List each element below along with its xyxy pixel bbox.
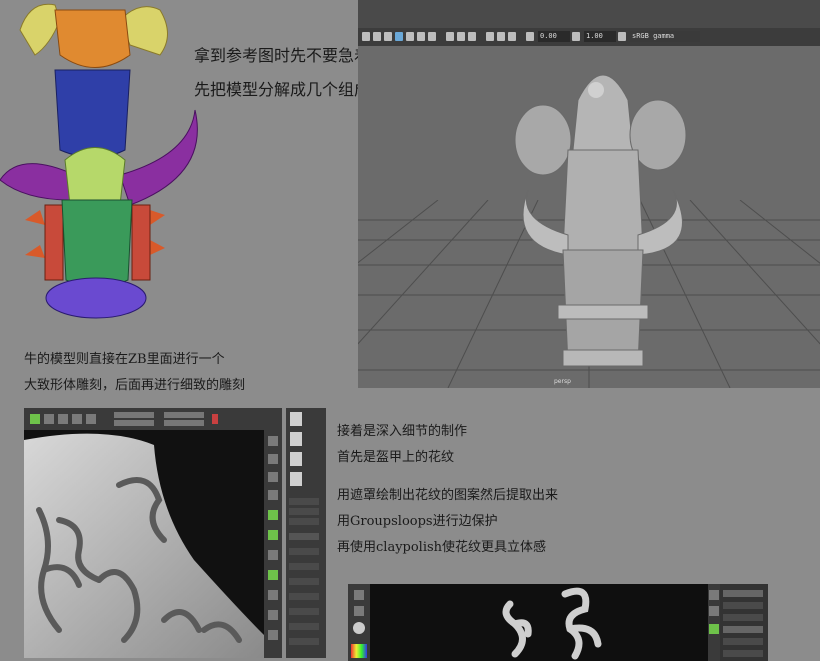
caption-line-9: 再使用claypolish使花纹更具立体感 [337, 540, 547, 555]
zbrush-window-2 [348, 584, 768, 661]
reference-concept-image [0, 3, 198, 319]
tool-thumb-2[interactable] [290, 432, 302, 446]
zoom3d-button[interactable] [268, 610, 278, 620]
local-button[interactable] [268, 550, 278, 560]
gamma-icon[interactable] [572, 32, 580, 41]
frame-button[interactable] [268, 570, 278, 580]
subtool-row[interactable] [289, 548, 319, 555]
subtool-row[interactable] [289, 563, 319, 570]
xray-icon[interactable] [497, 32, 505, 41]
camera-icon[interactable] [362, 32, 370, 41]
zbrush-canvas-2 [370, 584, 708, 661]
caption-line-5: 接着是深入细节的制作 [337, 424, 468, 439]
persp-button-2[interactable] [709, 624, 719, 634]
colorspace-select[interactable]: sRGB gamma [630, 31, 700, 42]
smooth-shade-icon[interactable] [406, 32, 414, 41]
persp-button[interactable] [268, 510, 278, 520]
caption-line-8: 用Groupsloops进行边保护 [337, 514, 498, 529]
zbrush-right-shelf [264, 430, 282, 658]
scroll-button[interactable] [268, 436, 278, 446]
camera-label: persp [554, 378, 571, 385]
rotate-view-button[interactable] [268, 630, 278, 640]
caption-line-3: 牛的模型则直接在ZB里面进行一个 [24, 352, 225, 367]
zbrush-tool-panel-2 [720, 584, 768, 661]
subtool-row[interactable] [289, 638, 319, 645]
tool-thumb-4[interactable] [290, 472, 302, 486]
exposure-field[interactable]: 0.00 [538, 31, 570, 42]
lighting-icon[interactable] [428, 32, 436, 41]
caption-line-6: 首先是盔甲上的花纹 [337, 450, 455, 465]
intensity-slider[interactable] [164, 412, 204, 418]
zbrush-subtool-panel [286, 408, 326, 658]
color-management-icon[interactable] [618, 32, 626, 41]
draw-button[interactable] [44, 414, 54, 424]
draw-size-slider[interactable] [164, 420, 204, 426]
panel-row[interactable] [723, 650, 763, 657]
subtool-row[interactable] [289, 508, 319, 515]
isolate-icon[interactable] [486, 32, 494, 41]
brush-button[interactable] [354, 590, 364, 600]
xray-joints-icon[interactable] [508, 32, 516, 41]
ao-icon[interactable] [457, 32, 465, 41]
aa-icon[interactable] [468, 32, 476, 41]
scroll-button-2[interactable] [709, 590, 719, 600]
stroke-button[interactable] [354, 606, 364, 616]
tool-thumb-3[interactable] [290, 452, 302, 466]
subtool-row[interactable] [289, 593, 319, 600]
zbrush-right-shelf-2 [708, 584, 720, 661]
scale-button[interactable] [72, 414, 82, 424]
zbrush-canvas-1 [24, 430, 264, 658]
maya-panel-toolbar: 0.00 1.00 sRGB gamma [358, 28, 820, 46]
move-view-button[interactable] [268, 590, 278, 600]
color-picker[interactable] [351, 644, 367, 658]
actual-button[interactable] [268, 472, 278, 482]
gamma-field[interactable]: 1.00 [584, 31, 616, 42]
panel-row[interactable] [723, 614, 763, 621]
tool-thumb-1[interactable] [290, 412, 302, 426]
rotate-button[interactable] [86, 414, 96, 424]
zoom-button[interactable] [268, 454, 278, 464]
zbrush-window-1 [24, 408, 282, 658]
subtool-row[interactable] [289, 498, 319, 505]
caption-line-4: 大致形体雕刻，后面再进行细致的雕刻 [24, 378, 246, 393]
bull-armor-model [514, 74, 687, 367]
panel-row[interactable] [723, 602, 763, 609]
subtool-row[interactable] [289, 623, 319, 630]
panel-row[interactable] [723, 590, 763, 597]
panel-row[interactable] [723, 626, 763, 633]
aahalf-button[interactable] [268, 490, 278, 500]
caption-line-7: 用遮罩绘制出花纹的图案然后提取出来 [337, 488, 559, 503]
zsub-slider[interactable] [114, 420, 154, 426]
zoom-button-2[interactable] [709, 606, 719, 616]
zbrush-left-shelf [348, 584, 370, 661]
exposure-icon[interactable] [526, 32, 534, 41]
grid-icon[interactable] [384, 32, 392, 41]
maya-viewport-window: 0.00 1.00 sRGB gamma persp [358, 0, 820, 388]
wireframe-icon[interactable] [395, 32, 403, 41]
subtool-row[interactable] [289, 578, 319, 585]
shadow-icon[interactable] [446, 32, 454, 41]
subtool-row[interactable] [289, 533, 319, 540]
zadd-slider[interactable] [114, 412, 154, 418]
rgb-button[interactable] [212, 414, 218, 424]
move-button[interactable] [58, 414, 68, 424]
subtool-row[interactable] [289, 608, 319, 615]
maya-menu-bar [358, 0, 820, 28]
subtool-row[interactable] [289, 518, 319, 525]
material-sphere[interactable] [353, 622, 365, 634]
zbrush-toolbar [24, 408, 282, 430]
lock-icon[interactable] [373, 32, 381, 41]
panel-row[interactable] [723, 638, 763, 645]
textured-icon[interactable] [417, 32, 425, 41]
edit-button[interactable] [30, 414, 40, 424]
floor-button[interactable] [268, 530, 278, 540]
